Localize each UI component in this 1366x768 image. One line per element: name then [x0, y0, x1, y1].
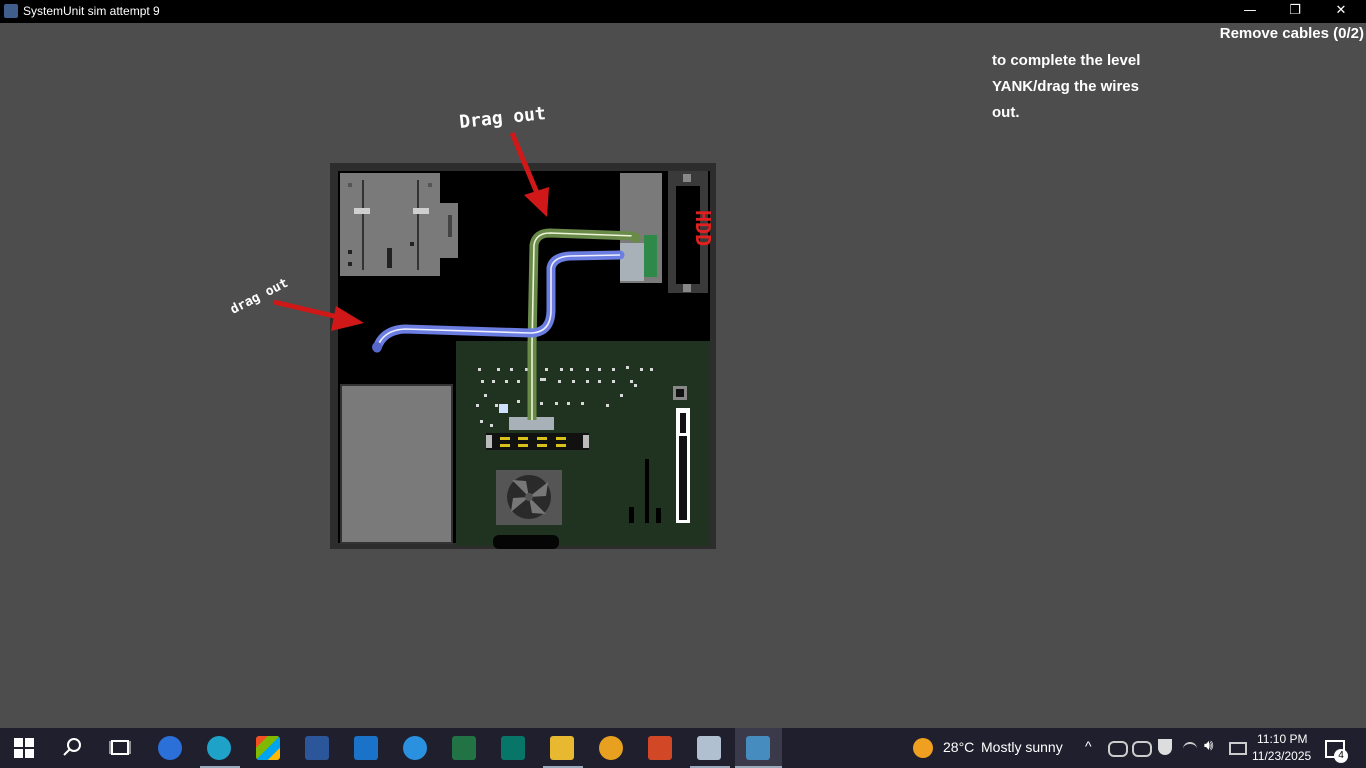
onedrive-business-icon[interactable] — [1132, 741, 1152, 757]
mail-icon[interactable] — [354, 736, 378, 760]
media-player-icon[interactable] — [158, 736, 182, 760]
power-supply — [340, 384, 453, 544]
chevron-up-icon[interactable]: ^ — [1085, 738, 1092, 754]
publisher-icon[interactable] — [501, 736, 525, 760]
wifi-icon[interactable] — [1183, 742, 1197, 754]
drive-connector — [620, 243, 644, 281]
weather-icon[interactable] — [913, 738, 933, 758]
volume-icon[interactable]: 🔊︎ — [1204, 737, 1213, 754]
task-view-icon[interactable] — [108, 736, 132, 760]
clock-time[interactable]: 11:10 PM — [1257, 732, 1307, 746]
store-icon[interactable] — [256, 736, 280, 760]
sata-port — [644, 235, 657, 277]
drag-out-left-label: drag out — [228, 276, 291, 318]
security-shield-icon[interactable] — [1158, 739, 1172, 755]
game-scene: HDD Drag out drag out — [228, 103, 716, 549]
edge-icon[interactable] — [207, 736, 231, 760]
vpn-icon[interactable] — [599, 736, 623, 760]
onedrive-icon[interactable] — [1108, 741, 1128, 757]
cortana-icon[interactable] — [403, 736, 427, 760]
excel-icon[interactable] — [452, 736, 476, 760]
notification-count-badge: 4 — [1334, 749, 1348, 763]
remote-desktop-icon[interactable] — [697, 736, 721, 760]
green-cable-end[interactable] — [631, 233, 641, 243]
windows-start-icon[interactable] — [12, 736, 36, 760]
motherboard — [456, 341, 710, 549]
search-icon[interactable] — [60, 736, 84, 760]
blue-cable-end[interactable] — [372, 342, 382, 352]
drag-out-top-label: Drag out — [458, 103, 546, 133]
battery-icon[interactable] — [1229, 742, 1247, 755]
taskbar: 28°C Mostly sunny ^ 🔊︎ 11:10 PM 11/23/20… — [0, 728, 1366, 768]
clock-date[interactable]: 11/23/2025 — [1252, 749, 1311, 763]
godot-icon[interactable] — [746, 736, 770, 760]
powerpoint-icon[interactable] — [648, 736, 672, 760]
weather-temp[interactable]: 28°C — [943, 739, 974, 755]
weather-description[interactable]: Mostly sunny — [981, 739, 1063, 755]
file-explorer-icon[interactable] — [550, 736, 574, 760]
word-icon[interactable] — [305, 736, 329, 760]
hdd-label: HDD — [691, 210, 715, 246]
